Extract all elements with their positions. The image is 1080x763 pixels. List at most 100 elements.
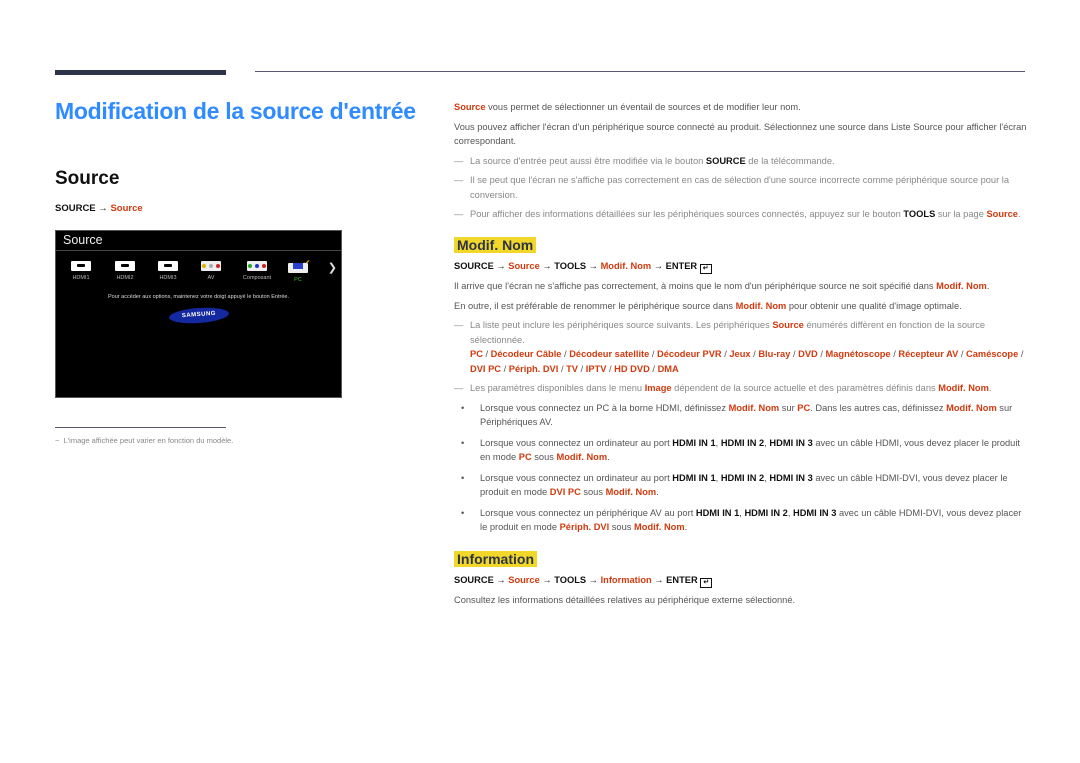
modif-nom-link[interactable]: Modif. Nom [736, 301, 787, 311]
link[interactable]: Modif. Nom [557, 452, 608, 462]
source-item-hdmi1[interactable]: HDMI1 [61, 261, 101, 281]
link[interactable]: Modif. Nom [729, 403, 780, 413]
note-text: . [1017, 209, 1021, 219]
source-item-pc[interactable]: ✔ PC [278, 258, 318, 283]
path-segment: → ENTER [651, 261, 700, 271]
hdmi-icon [71, 261, 91, 271]
path-link[interactable]: Source [508, 575, 540, 585]
intro-text: vous permet de sélectionner un éventail … [485, 102, 801, 112]
source-link[interactable]: Source [772, 320, 804, 330]
footnote: − L'image affichée peut varier en foncti… [55, 436, 234, 445]
path-segment: → TOOLS → [539, 261, 601, 271]
device-type[interactable]: TV [566, 364, 578, 374]
source-link[interactable]: Source [454, 102, 486, 112]
path-segment: SOURCE → [454, 261, 509, 271]
device-type[interactable]: Périph. DVI [509, 364, 559, 374]
image-link[interactable]: Image [645, 383, 672, 393]
bullet-item: Lorsque vous connectez un ordinateur au … [454, 471, 1029, 500]
source-item-composant[interactable]: Composant [234, 261, 280, 281]
note-text: . [988, 383, 992, 393]
separator: / [1018, 349, 1024, 359]
port-label: HDMI IN 1 [672, 437, 716, 448]
note-text: La liste peut inclure les périphériques … [470, 320, 773, 330]
bullet-item: Lorsque vous connectez un périphérique A… [454, 506, 1029, 535]
text: . Dans les autres cas, définissez [810, 402, 947, 413]
paragraph: Consultez les informations détaillées re… [454, 595, 796, 605]
note-dash: — [454, 209, 464, 219]
path-link[interactable]: Source [508, 261, 540, 271]
footnote-text: L'image affichée peut varier en fonction… [63, 436, 234, 445]
device-type[interactable]: DVD [798, 349, 818, 359]
port-label: HDMI IN 3 [793, 507, 837, 518]
separator: / [578, 363, 586, 374]
device-type[interactable]: HD DVD [614, 364, 650, 374]
device-type[interactable]: Jeux [729, 349, 750, 359]
port-label: HDMI IN 2 [744, 507, 788, 518]
device-type[interactable]: Blu-ray [758, 349, 790, 359]
path-segment: → TOOLS → [539, 575, 601, 585]
separator: / [606, 363, 615, 374]
device-list: PC / Décodeur Câble / Décodeur satellite… [454, 347, 1029, 376]
link[interactable]: Modif. Nom [946, 403, 997, 413]
header-rule-thin [255, 71, 1025, 72]
device-type[interactable]: Récepteur AV [898, 349, 958, 359]
device-type[interactable]: IPTV [586, 364, 607, 374]
modif-nom-link[interactable]: Modif. Nom [938, 383, 989, 393]
text: . [986, 281, 990, 291]
source-link[interactable]: Source [986, 209, 1018, 219]
text: sous [609, 522, 635, 532]
main-content: Source vous permet de sélectionner un év… [454, 100, 1029, 613]
menu-path: SOURCE → Source [55, 203, 143, 214]
note: — La source d'entrée peut aussi être modi… [454, 154, 1029, 169]
device-type[interactable]: Caméscope [966, 349, 1018, 359]
text: Lorsque vous connectez un périphérique A… [480, 507, 696, 518]
text: . [684, 522, 688, 532]
device-type[interactable]: Décodeur satellite [569, 349, 649, 359]
source-label: AV [207, 275, 215, 281]
device-type[interactable]: PC [470, 349, 483, 359]
device-type[interactable]: DMA [658, 364, 679, 374]
link[interactable]: DVI PC [550, 487, 581, 497]
source-label: HDMI3 [159, 275, 177, 281]
note: — Les paramètres disponibles dans le menu… [454, 381, 1029, 396]
separator: / [649, 349, 658, 359]
link[interactable]: Modif. Nom [634, 522, 685, 532]
note-bold: SOURCE [705, 155, 746, 166]
source-item-av[interactable]: AV [191, 261, 231, 281]
footnote-rule [55, 427, 226, 428]
link[interactable]: PC [797, 403, 810, 413]
separator: / [558, 363, 567, 374]
separator: / [482, 349, 491, 359]
device-type[interactable]: Décodeur PVR [657, 349, 722, 359]
path-link-source[interactable]: Source [110, 203, 142, 214]
text: Lorsque vous connectez un PC à la borne … [480, 402, 729, 413]
note-text: dépendent de la source actuelle et des p… [671, 383, 939, 393]
component-rca-icon [247, 261, 267, 271]
source-item-hdmi3[interactable]: HDMI3 [148, 261, 188, 281]
text: sur [779, 402, 798, 413]
link[interactable]: Modif. Nom [606, 487, 657, 497]
text: pour obtenir une qualité d'image optimal… [786, 300, 962, 311]
note-text: La source d'entrée peut aussi être modif… [470, 155, 706, 166]
text: sous [580, 487, 606, 497]
text: . [607, 452, 610, 462]
device-type[interactable]: Décodeur Câble [491, 349, 562, 359]
path-link[interactable]: Modif. Nom [601, 261, 652, 271]
link[interactable]: Périph. DVI [560, 522, 610, 532]
intro-paragraph: Source vous permet de sélectionner un év… [454, 100, 1029, 115]
port-label: HDMI IN 3 [769, 437, 813, 448]
device-type[interactable]: Magnétoscope [826, 349, 891, 359]
text: En outre, il est préférable de renommer … [454, 300, 736, 311]
modif-nom-link[interactable]: Modif. Nom [936, 281, 987, 291]
path-link[interactable]: Information [601, 575, 652, 585]
source-item-hdmi2[interactable]: HDMI2 [105, 261, 145, 281]
chevron-right-icon[interactable]: ❯ [328, 261, 337, 274]
link[interactable]: PC [519, 452, 532, 462]
heading-information: Information [454, 550, 537, 567]
note-text: Les paramètres disponibles dans le menu [470, 383, 645, 393]
source-label: Composant [242, 275, 272, 281]
note-dash: — [454, 383, 464, 393]
device-type[interactable]: DVI PC [470, 364, 501, 374]
separator: / [790, 349, 799, 359]
port-label: HDMI IN 1 [695, 507, 740, 518]
